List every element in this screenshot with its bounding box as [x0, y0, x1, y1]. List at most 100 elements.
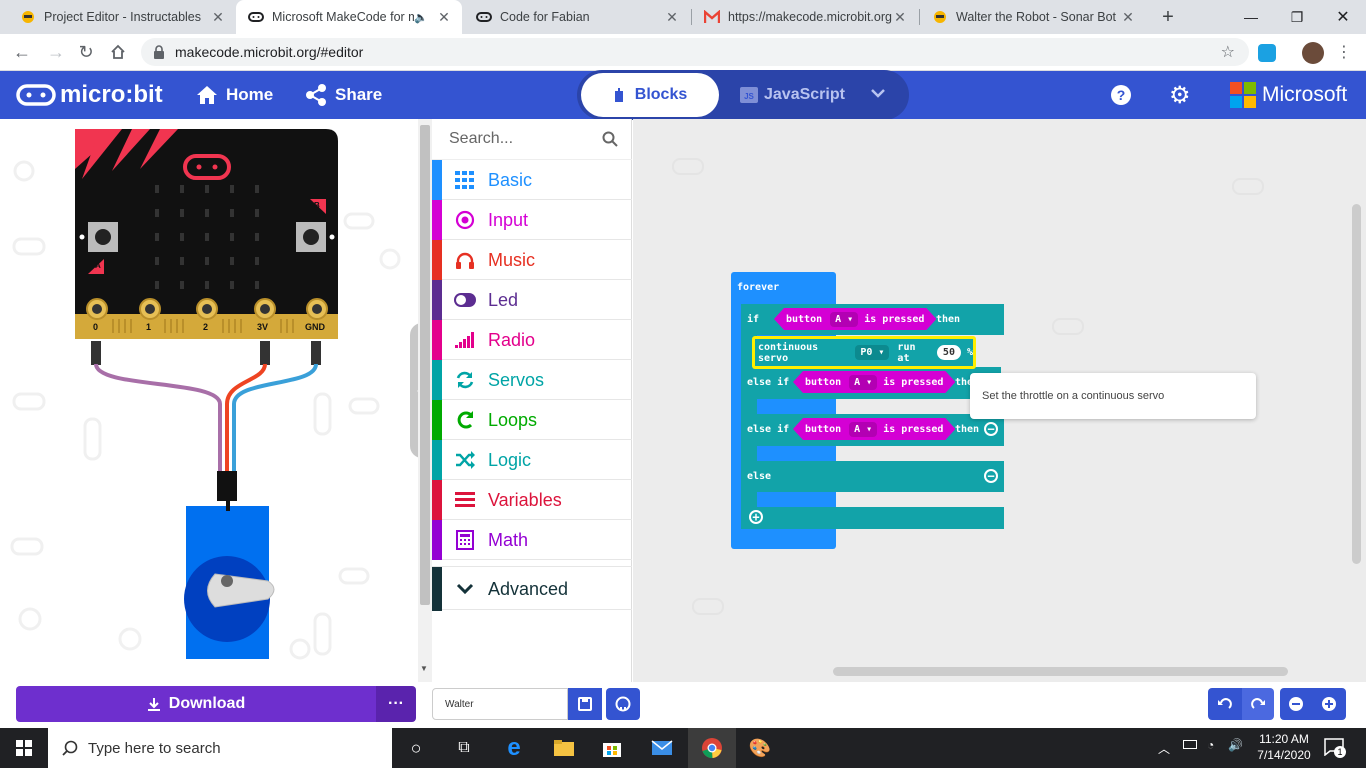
list-lines-icon — [454, 489, 476, 511]
help-icon[interactable]: ? — [1110, 71, 1132, 119]
button-pressed-block[interactable]: button A ▾ is pressed — [793, 371, 955, 393]
button-dropdown[interactable]: A ▾ — [830, 312, 858, 327]
maximize-button[interactable]: ❐ — [1274, 0, 1320, 34]
close-icon[interactable]: ✕ — [892, 9, 908, 26]
file-explorer-icon[interactable] — [540, 728, 588, 768]
zoom-in-button[interactable] — [1312, 688, 1346, 720]
save-button[interactable] — [568, 688, 602, 720]
minimize-button[interactable]: — — [1228, 0, 1274, 34]
close-icon[interactable]: ✕ — [436, 9, 452, 26]
home-button[interactable]: Home — [196, 71, 273, 119]
category-math[interactable]: Math — [432, 520, 632, 560]
tab-makecode[interactable]: Microsoft MakeCode for m 🔈 ✕ — [236, 0, 462, 34]
chevron-up-icon[interactable]: ︿ — [1158, 740, 1170, 757]
button-pressed-block[interactable]: button A ▾ is pressed — [774, 308, 936, 330]
category-led[interactable]: Led — [432, 280, 632, 320]
bookmark-star-icon[interactable]: ☆ — [1221, 42, 1235, 62]
share-button[interactable]: Share — [305, 71, 382, 119]
makecode-icon — [476, 9, 492, 25]
toolbox-search[interactable]: Search... — [432, 119, 632, 160]
cortana-icon[interactable]: ○ — [392, 728, 440, 768]
home-icon[interactable] — [104, 38, 132, 66]
project-name-input[interactable]: Walter — [432, 688, 568, 720]
remove-branch-icon[interactable]: − — [984, 469, 998, 483]
wifi-icon[interactable]: ◔ — [1207, 738, 1214, 752]
remove-branch-icon[interactable]: − — [984, 422, 998, 436]
blocks-workspace[interactable]: forever if button A ▾ is pressed then co… — [633, 119, 1366, 682]
javascript-tab[interactable]: JS JavaScript — [740, 73, 850, 117]
category-logic[interactable]: Logic — [432, 440, 632, 480]
github-icon — [615, 696, 631, 712]
address-bar[interactable]: makecode.microbit.org/#editor ☆ — [141, 38, 1249, 66]
store-icon[interactable] — [588, 728, 636, 768]
edge-icon[interactable]: e — [490, 728, 538, 768]
category-advanced[interactable]: Advanced — [432, 566, 632, 611]
window-close-button[interactable]: ✕ — [1320, 0, 1366, 34]
extension-icon[interactable] — [1258, 44, 1276, 62]
pin-label: 1 — [146, 322, 152, 332]
mail-icon[interactable] — [638, 728, 686, 768]
button-pressed-block[interactable]: button A ▾ is pressed — [793, 418, 955, 440]
run-value-input[interactable]: 50 — [936, 345, 961, 360]
tab-code-for-fabian[interactable]: Code for Fabian ✕ — [464, 0, 690, 34]
minus-circle-icon — [1289, 697, 1303, 711]
undo-button[interactable] — [1208, 688, 1242, 720]
category-variables[interactable]: Variables — [432, 480, 632, 520]
close-icon[interactable]: ✕ — [210, 9, 226, 26]
category-loops[interactable]: Loops — [432, 400, 632, 440]
tab-gmail[interactable]: https://makecode.microbit.org ✕ — [692, 0, 918, 34]
scrollbar-thumb[interactable] — [420, 125, 430, 605]
microbit-logo[interactable]: micro:bit — [16, 71, 163, 119]
task-view-icon[interactable]: ⧉ — [440, 728, 488, 768]
button-b[interactable] — [296, 222, 326, 252]
category-color-bar — [432, 280, 442, 320]
download-button[interactable]: Download — [16, 686, 376, 722]
scroll-down-arrow[interactable]: ▼ — [420, 664, 428, 673]
speaker-icon[interactable]: 🔈 — [414, 11, 428, 24]
close-icon[interactable]: ✕ — [664, 9, 680, 26]
chrome-menu-icon[interactable]: ⋮ — [1336, 42, 1352, 62]
grid-icon — [454, 169, 476, 191]
paint-icon[interactable]: 🎨 — [736, 728, 784, 768]
chevron-down-icon[interactable] — [870, 86, 886, 104]
chrome-taskbar-icon[interactable] — [688, 728, 736, 768]
category-servos[interactable]: Servos — [432, 360, 632, 400]
microsoft-logo[interactable]: Microsoft — [1230, 71, 1347, 119]
close-icon[interactable]: ✕ — [1120, 9, 1136, 26]
reload-button[interactable]: ↻ — [72, 38, 100, 66]
tab-walter-robot[interactable]: Walter the Robot - Sonar Bot - ✕ — [920, 0, 1146, 34]
category-music[interactable]: Music — [432, 240, 632, 280]
tab-project-editor[interactable]: Project Editor - Instructables ✕ — [8, 0, 236, 34]
vertical-scrollbar[interactable] — [1352, 204, 1361, 564]
search-input[interactable]: Search... — [449, 130, 513, 148]
forward-button[interactable]: → — [42, 38, 70, 66]
blocks-tab[interactable]: Blocks — [581, 73, 719, 117]
button-a[interactable] — [88, 222, 118, 252]
notification-center-icon[interactable]: 1 — [1324, 738, 1346, 758]
windows-start-icon[interactable] — [0, 728, 48, 768]
toolbox-scrollbar[interactable]: ▼ — [418, 119, 432, 682]
settings-gear-icon[interactable]: ⚙ — [1169, 71, 1191, 119]
servo-pin-dropdown[interactable]: P0 ▾ — [855, 345, 890, 360]
github-button[interactable] — [606, 688, 640, 720]
system-clock[interactable]: 11:20 AM 7/14/2020 — [1254, 731, 1314, 763]
new-tab-button[interactable]: + — [1155, 4, 1181, 30]
redo-button[interactable] — [1242, 688, 1274, 720]
horizontal-scrollbar[interactable] — [833, 667, 1288, 676]
continuous-servo-block[interactable]: continuous servo P0 ▾ run at 50 % — [755, 339, 973, 366]
back-button[interactable]: ← — [8, 38, 36, 66]
category-basic[interactable]: Basic — [432, 160, 632, 200]
avatar[interactable] — [1302, 42, 1324, 64]
battery-icon[interactable] — [1183, 740, 1197, 749]
taskbar-search[interactable]: Type here to search — [48, 728, 392, 768]
category-radio[interactable]: Radio — [432, 320, 632, 360]
zoom-out-button[interactable] — [1280, 688, 1312, 720]
volume-icon[interactable]: 🔊 — [1228, 738, 1243, 752]
button-dropdown[interactable]: A ▾ — [849, 375, 877, 390]
else-row[interactable] — [741, 461, 1004, 492]
button-dropdown[interactable]: A ▾ — [849, 422, 877, 437]
category-color-bar — [432, 520, 442, 560]
more-options-button[interactable]: ··· — [376, 686, 416, 722]
add-branch-icon[interactable]: + — [749, 510, 763, 524]
category-input[interactable]: Input — [432, 200, 632, 240]
